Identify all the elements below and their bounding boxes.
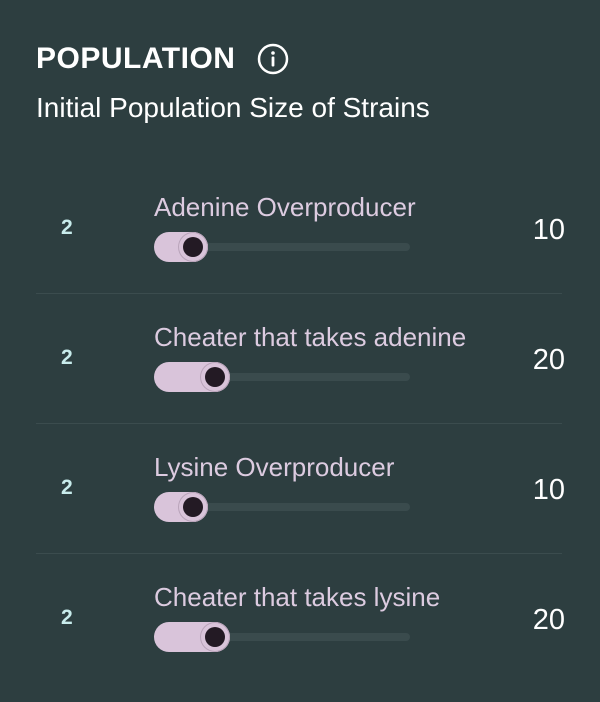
panel-header: POPULATION (36, 42, 289, 76)
slider-min-label: 2 (61, 216, 73, 239)
strain-row-cheater-lysine: 2 Cheater that takes lysine 20 (36, 554, 565, 684)
strain-value: 10 (532, 214, 565, 246)
slider-thumb[interactable] (200, 622, 230, 652)
slider-min-label: 2 (61, 346, 73, 369)
strain-row-lysine-overproducer: 2 Lysine Overproducer 10 (36, 424, 565, 554)
panel-subtitle: Initial Population Size of Strains (36, 92, 430, 123)
info-icon[interactable] (257, 43, 289, 75)
strain-label: Lysine Overproducer (154, 452, 395, 482)
slider-thumb[interactable] (178, 492, 208, 522)
slider-thumb[interactable] (200, 362, 230, 392)
strain-row-adenine-overproducer: 2 Adenine Overproducer 10 (36, 164, 565, 294)
slider-min-label: 2 (61, 476, 73, 499)
strain-row-cheater-adenine: 2 Cheater that takes adenine 20 (36, 294, 565, 424)
strain-value: 10 (532, 474, 565, 506)
slider-min-label: 2 (61, 606, 73, 629)
strain-value: 20 (532, 604, 565, 636)
strain-value: 20 (532, 344, 565, 376)
strain-label: Cheater that takes adenine (154, 322, 467, 352)
slider-thumb[interactable] (178, 232, 208, 262)
strain-label: Adenine Overproducer (154, 192, 416, 222)
panel-title: POPULATION (36, 42, 236, 75)
strain-label: Cheater that takes lysine (154, 582, 441, 612)
